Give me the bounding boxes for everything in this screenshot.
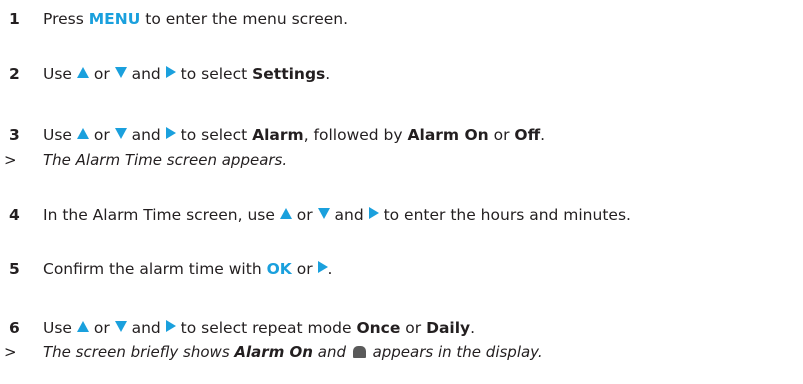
step-number: 6 xyxy=(9,319,20,337)
down-arrow-icon xyxy=(114,321,127,332)
off-label: Off xyxy=(514,126,541,144)
step-text: In the Alarm Time screen, use or and to … xyxy=(43,206,631,224)
step-number: 1 xyxy=(9,10,20,28)
menu-key-label: MENU xyxy=(88,10,141,28)
once-label: Once xyxy=(356,319,401,337)
up-arrow-icon xyxy=(76,321,89,332)
step-text: Use or and to select Alarm, followed by … xyxy=(43,126,546,144)
alarm-on-label: Alarm On xyxy=(234,343,313,361)
up-arrow-icon xyxy=(76,128,89,139)
right-arrow-icon xyxy=(165,127,176,139)
result-marker: > xyxy=(4,343,17,361)
step-number: 5 xyxy=(9,260,20,278)
step-text: Use or and to select Settings. xyxy=(43,65,331,83)
up-arrow-icon xyxy=(76,67,89,78)
result-marker: > xyxy=(4,151,17,169)
step-text: Confirm the alarm time with OK or . xyxy=(43,260,333,278)
right-arrow-icon xyxy=(165,320,176,332)
result-text: The Alarm Time screen appears. xyxy=(43,151,288,169)
step-number: 4 xyxy=(9,206,20,224)
right-arrow-icon xyxy=(317,261,328,273)
alarm-bell-icon xyxy=(352,346,366,358)
step-text: Use or and to select repeat mode Once or… xyxy=(43,319,476,337)
step-number: 3 xyxy=(9,126,20,144)
right-arrow-icon xyxy=(165,66,176,78)
daily-label: Daily xyxy=(426,319,471,337)
alarm-on-label: Alarm On xyxy=(407,126,489,144)
down-arrow-icon xyxy=(114,67,127,78)
step-text: Press MENU to enter the menu screen. xyxy=(43,10,349,28)
ok-key-label: OK xyxy=(266,260,292,278)
up-arrow-icon xyxy=(279,208,292,219)
down-arrow-icon xyxy=(114,128,127,139)
result-text: The screen briefly shows Alarm On and ap… xyxy=(43,343,543,361)
alarm-label: Alarm xyxy=(252,126,304,144)
down-arrow-icon xyxy=(317,208,330,219)
settings-label: Settings xyxy=(252,65,326,83)
step-number: 2 xyxy=(9,65,20,83)
right-arrow-icon xyxy=(368,207,379,219)
